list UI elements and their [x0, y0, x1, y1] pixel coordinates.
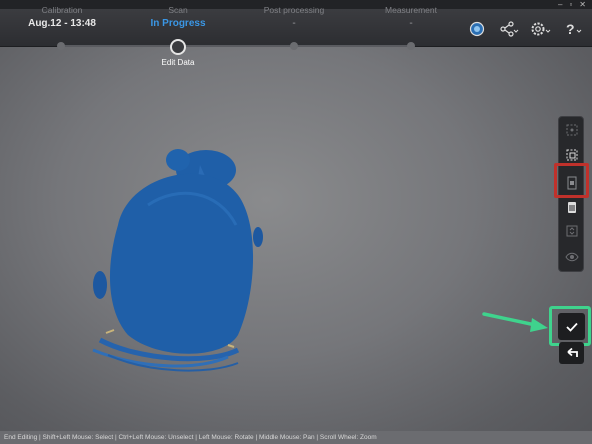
undo-button[interactable] — [559, 342, 584, 364]
step-value: - — [409, 18, 413, 29]
share-icon[interactable] — [498, 18, 520, 40]
close-icon[interactable]: ✕ — [579, 0, 586, 9]
step-post-processing[interactable]: Post processing - — [234, 5, 354, 29]
undo-icon — [566, 347, 578, 357]
rect-select-icon[interactable] — [562, 120, 582, 140]
status-bar: End Editing | Shift+Left Mouse: Select |… — [0, 431, 592, 444]
step-label: Post processing — [263, 5, 325, 15]
step-label: Scan — [168, 5, 188, 15]
step-value: Aug.12 - 13:48 — [28, 18, 96, 29]
step-label: Measurement — [385, 5, 437, 15]
step-dot-post-processing[interactable] — [290, 42, 298, 50]
step-dot-calibration[interactable] — [57, 42, 65, 50]
select-through-highlight — [554, 163, 589, 198]
step-measurement[interactable]: Measurement - — [351, 5, 471, 29]
help-icon[interactable]: ? — [562, 18, 584, 40]
step-value: - — [292, 18, 296, 29]
globe-icon[interactable] — [466, 18, 488, 40]
step-value: In Progress — [150, 18, 206, 29]
step-dot-scan-current[interactable] — [170, 39, 186, 55]
delete-icon[interactable] — [562, 197, 582, 217]
visibility-icon[interactable] — [562, 247, 582, 267]
scanned-model[interactable] — [88, 145, 278, 375]
step-dot-measurement[interactable] — [407, 42, 415, 50]
progress-track — [60, 45, 412, 47]
window-controls: – ▫ ✕ — [558, 0, 586, 9]
invert-select-icon[interactable] — [562, 221, 582, 241]
step-scan[interactable]: Scan In Progress — [118, 5, 238, 29]
svg-text:?: ? — [566, 21, 575, 37]
settings-icon[interactable] — [530, 18, 552, 40]
confirm-highlight — [549, 306, 591, 346]
minimize-icon[interactable]: – — [558, 0, 562, 9]
lasso-select-icon[interactable] — [562, 145, 582, 165]
top-toolbar: ? — [466, 18, 584, 40]
substep-edit-data: Edit Data — [161, 58, 195, 67]
maximize-icon[interactable]: ▫ — [569, 0, 572, 9]
step-label: Calibration — [41, 5, 83, 15]
step-calibration[interactable]: Calibration Aug.12 - 13:48 — [2, 5, 122, 29]
arrow-pointer-icon — [482, 312, 548, 332]
